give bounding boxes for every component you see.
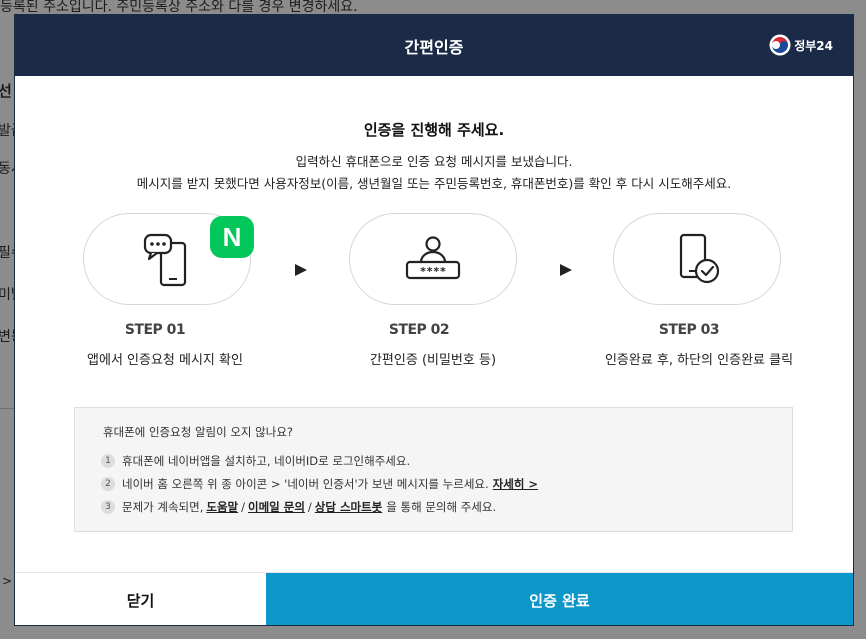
help-number-badge: 2 bbox=[101, 477, 115, 491]
help-item-3: 3 문제가 계속되면, 도움말 / 이메일 문의 / 상담 스마트봇 을 통해 … bbox=[101, 499, 496, 515]
help-title: 휴대폰에 인증요청 알림이 오지 않나요? bbox=[103, 425, 294, 439]
auth-modal: 간편인증 정부24 인증을 진행해 주세요. 입력하신 휴대폰으로 인증 요청 … bbox=[14, 14, 854, 626]
close-button[interactable]: 닫기 bbox=[15, 573, 266, 625]
modal-header: 간편인증 정부24 bbox=[15, 15, 853, 76]
modal-footer: 닫기 인증 완료 bbox=[15, 572, 853, 625]
step-2-number: STEP 02 bbox=[388, 322, 450, 338]
step-arrow-icon bbox=[560, 264, 572, 276]
step-arrow-icon bbox=[295, 264, 307, 276]
description-line-1: 입력하신 휴대폰으로 인증 요청 메시지를 보냈습니다. bbox=[295, 154, 573, 169]
gov24-logo-text: 정부24 bbox=[794, 38, 833, 53]
step-3-label: 인증완료 후, 하단의 인증완료 클릭 bbox=[604, 353, 794, 368]
help-item-text: 휴대폰에 네이버앱을 설치하고, 네이버ID로 로그인해주세요. bbox=[122, 454, 411, 468]
step-2-label: 간편인증 (비밀번호 등) bbox=[369, 353, 497, 368]
details-link[interactable]: 자세히 > bbox=[493, 476, 538, 492]
help-item-2: 2 네이버 홈 오른쪽 위 종 아이콘 > '네이버 인증서'가 보낸 메시지를… bbox=[101, 476, 538, 492]
step-3-number: STEP 03 bbox=[658, 322, 720, 338]
help-item-1: 1 휴대폰에 네이버앱을 설치하고, 네이버ID로 로그인해주세요. bbox=[101, 453, 410, 469]
step-3-oval bbox=[613, 213, 781, 305]
naver-app-icon: N bbox=[210, 216, 254, 258]
help-link-separator: / bbox=[241, 500, 245, 514]
step-2-oval: **** bbox=[349, 213, 517, 305]
help-link-guide[interactable]: 도움말 bbox=[206, 499, 238, 515]
help-box: 휴대폰에 인증요청 알림이 오지 않나요? 1 휴대폰에 네이버앱을 설치하고,… bbox=[74, 407, 793, 532]
help-link-chatbot[interactable]: 상담 스마트봇 bbox=[315, 499, 382, 515]
help-item-suffix: 을 통해 문의해 주세요. bbox=[386, 500, 497, 514]
svg-text:****: **** bbox=[420, 265, 447, 278]
modal-title: 간편인증 bbox=[404, 37, 464, 57]
help-number-badge: 1 bbox=[101, 454, 115, 468]
help-item-prefix: 문제가 계속되면, bbox=[122, 500, 204, 514]
gov24-logo: 정부24 bbox=[769, 34, 833, 56]
confirm-auth-button[interactable]: 인증 완료 bbox=[266, 573, 853, 625]
phone-message-icon bbox=[143, 233, 187, 287]
taegeuk-icon bbox=[769, 34, 791, 56]
help-link-separator: / bbox=[307, 500, 312, 514]
step-1-label: 앱에서 인증요청 메시지 확인 bbox=[87, 353, 243, 368]
help-item-text: 네이버 홈 오른쪽 위 종 아이콘 > '네이버 인증서'가 보낸 메시지를 누… bbox=[122, 477, 489, 491]
modal-headline: 인증을 진행해 주세요. bbox=[363, 121, 505, 139]
step-1-number: STEP 01 bbox=[124, 322, 186, 338]
phone-check-icon bbox=[679, 233, 720, 284]
password-user-icon: **** bbox=[405, 236, 461, 280]
help-number-badge: 3 bbox=[101, 500, 115, 514]
help-link-email[interactable]: 이메일 문의 bbox=[248, 499, 305, 515]
description-line-2: 메시지를 받지 못했다면 사용자정보(이름, 생년월일 또는 주민등록번호, 휴… bbox=[136, 176, 732, 191]
